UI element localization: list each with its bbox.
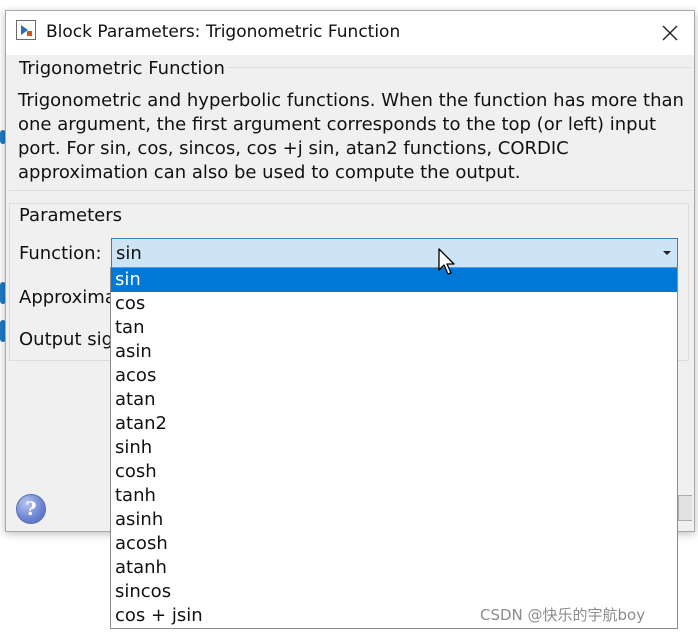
- dropdown-option-cos[interactable]: cos: [111, 292, 677, 316]
- output-signal-type-label: Output sig: [19, 329, 114, 350]
- mouse-pointer-icon: [438, 248, 458, 280]
- window-title: Block Parameters: Trigonometric Function: [46, 22, 401, 42]
- function-dropdown-list[interactable]: sin cos tan asin acos atan atan2 sinh co…: [110, 267, 678, 629]
- block-description: Trigonometric and hyperbolic functions. …: [18, 90, 684, 183]
- dialog-button-edge[interactable]: [678, 495, 692, 521]
- function-select-value: sin: [116, 243, 142, 264]
- function-label: Function:: [19, 243, 102, 264]
- close-icon[interactable]: [658, 21, 682, 45]
- chevron-down-icon[interactable]: [663, 251, 671, 255]
- divider: [9, 190, 691, 191]
- dropdown-option-sincos[interactable]: sincos: [111, 580, 677, 604]
- dropdown-option-atan2[interactable]: atan2: [111, 412, 677, 436]
- dropdown-option-sinh[interactable]: sinh: [111, 436, 677, 460]
- dropdown-option-asinh[interactable]: asinh: [111, 508, 677, 532]
- block-group-title: Trigonometric Function: [19, 58, 225, 79]
- watermark: CSDN @快乐的宇航boy: [480, 606, 646, 624]
- dropdown-option-asin[interactable]: asin: [111, 340, 677, 364]
- dropdown-option-cosh[interactable]: cosh: [111, 460, 677, 484]
- dropdown-option-acos[interactable]: acos: [111, 364, 677, 388]
- function-select[interactable]: sin: [111, 238, 678, 268]
- approximation-method-label: Approxima: [19, 287, 116, 308]
- group-divider: [228, 67, 691, 68]
- dropdown-option-tanh[interactable]: tanh: [111, 484, 677, 508]
- help-icon[interactable]: ?: [16, 494, 46, 524]
- title-bar: Block Parameters: Trigonometric Function: [6, 11, 694, 55]
- dropdown-option-atan[interactable]: atan: [111, 388, 677, 412]
- dropdown-option-atanh[interactable]: atanh: [111, 556, 677, 580]
- parameters-group-title: Parameters: [19, 205, 123, 226]
- simulink-block-icon: [16, 20, 36, 40]
- dropdown-option-sin[interactable]: sin: [111, 268, 677, 292]
- dropdown-option-acosh[interactable]: acosh: [111, 532, 677, 556]
- dropdown-option-tan[interactable]: tan: [111, 316, 677, 340]
